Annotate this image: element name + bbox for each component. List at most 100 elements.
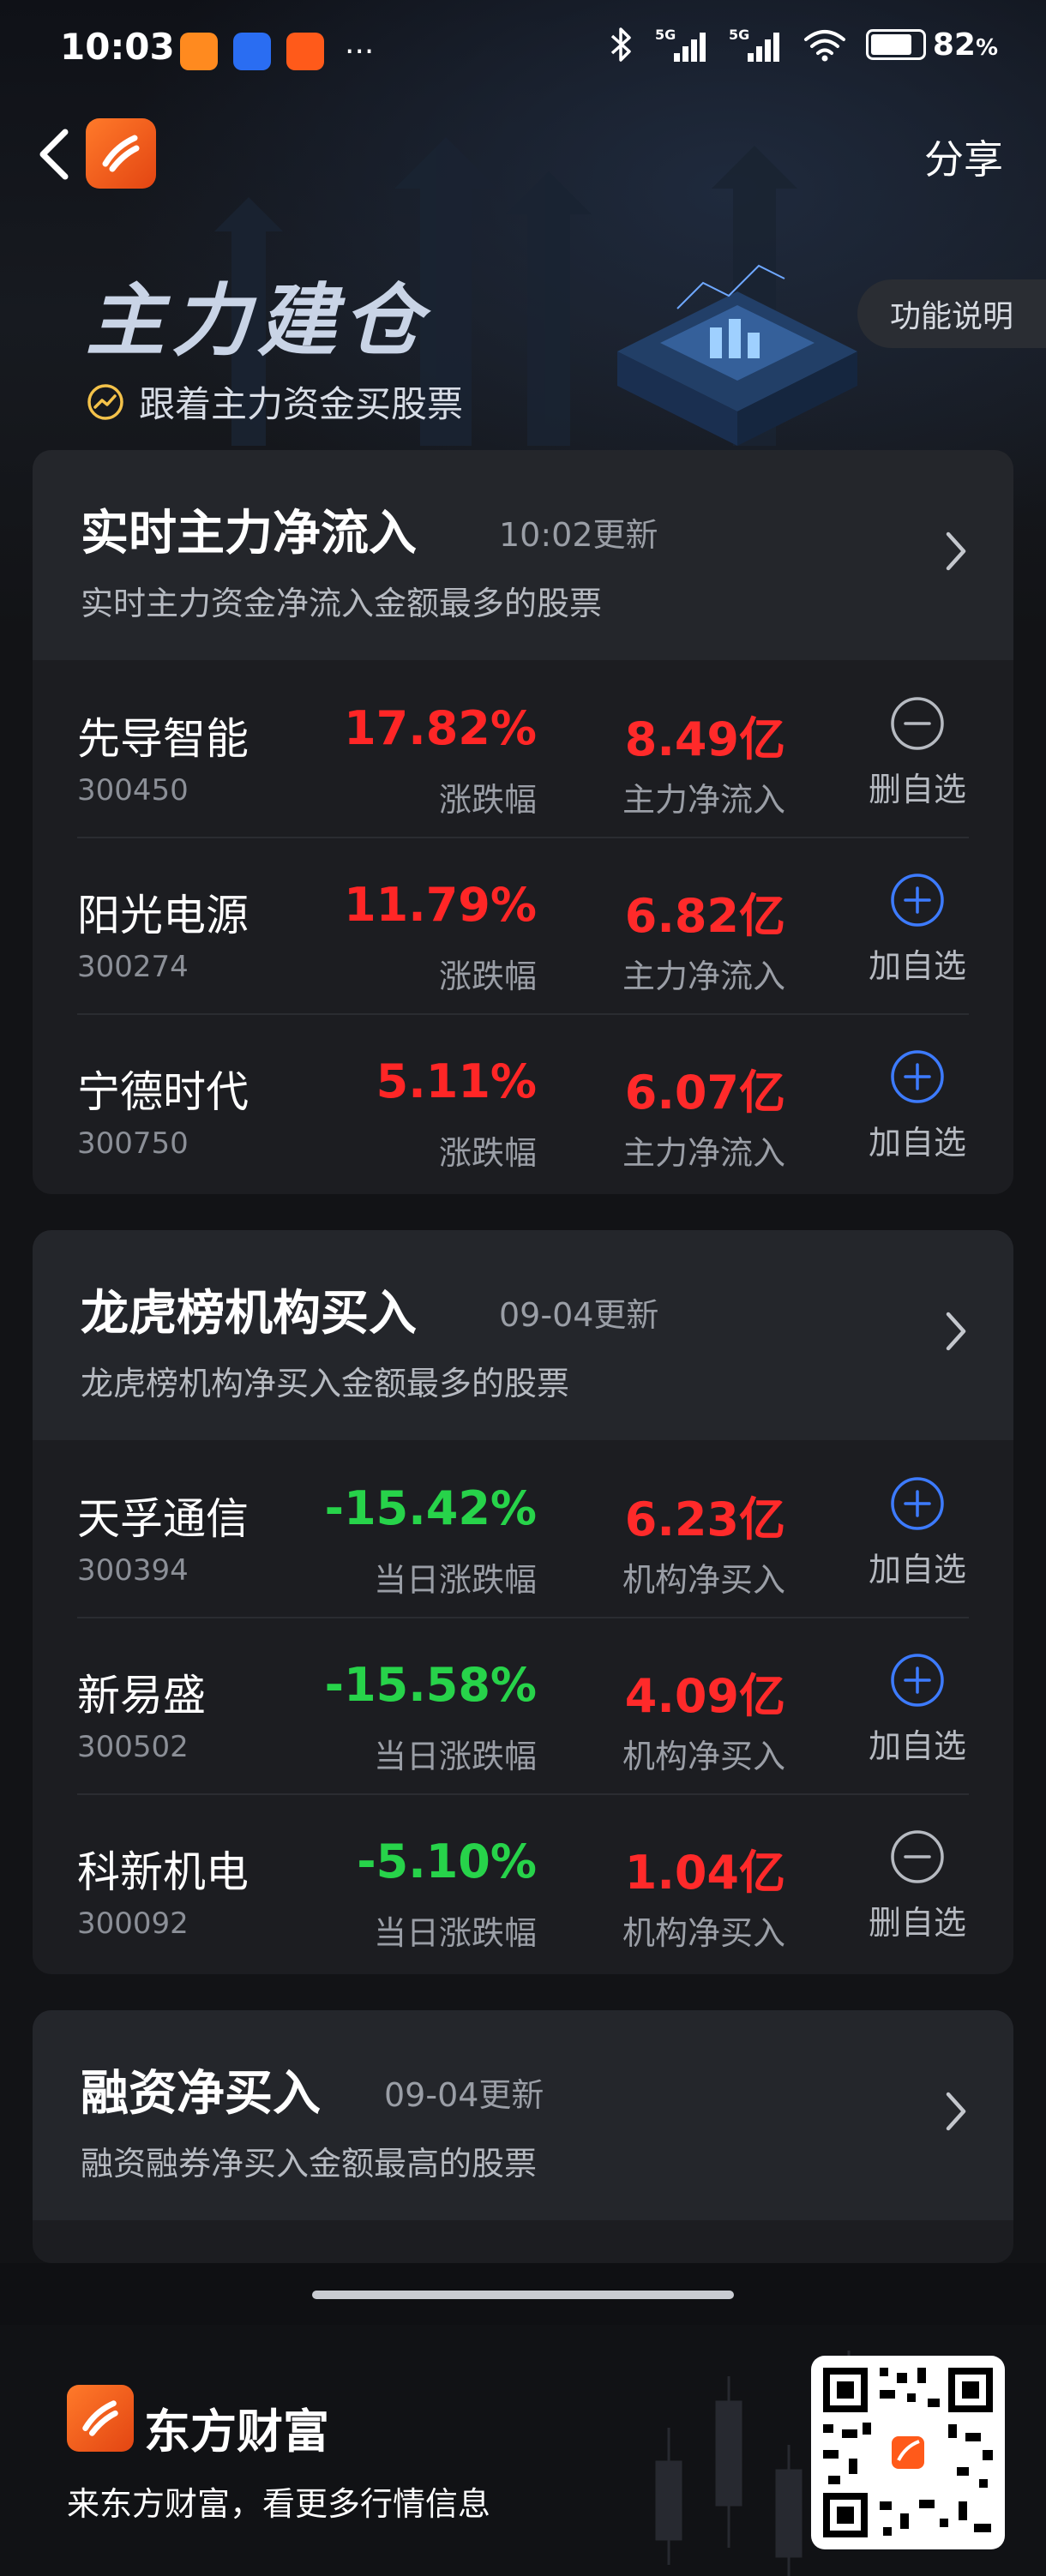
stock-row[interactable]: 科新机电 300092 -5.10% 当日涨跌幅 1.04亿 机构净买入 删自选 (33, 1793, 1013, 1970)
stock-row[interactable]: 新易盛 300502 -15.58% 当日涨跌幅 4.09亿 机构净买入 加自选 (33, 1617, 1013, 1793)
card-header[interactable]: 融资净买入 09-04更新 融资融券净买入金额最高的股票 (33, 2010, 1013, 2220)
net-inflow-amount: 6.07亿 (624, 1066, 785, 1120)
card-title: 龙虎榜机构买入 (81, 1286, 417, 1342)
network-type-label: 5G (655, 27, 676, 43)
card-description: 龙虎榜机构净买入金额最多的股票 (81, 1365, 570, 1402)
app-notification-icon (180, 33, 218, 70)
change-percent-label: 涨跌幅 (438, 958, 537, 995)
change-percent-label: 当日涨跌幅 (373, 1914, 537, 1952)
change-percent-label: 当日涨跌幅 (373, 1738, 537, 1775)
remove-watchlist-button[interactable]: 删自选 (864, 1828, 971, 1943)
stock-row[interactable]: 先导智能 300450 17.82% 涨跌幅 8.49亿 主力净流入 删自选 (33, 660, 1013, 837)
more-notifications-icon: ··· (345, 33, 375, 69)
eastmoney-logo-icon (82, 2400, 118, 2436)
stock-row[interactable]: 阳光电源 300274 11.79% 涨跌幅 6.82亿 主力净流入 加自选 (33, 837, 1013, 1013)
net-buy-amount: 4.09亿 (624, 1669, 785, 1723)
stock-code: 300450 (77, 773, 189, 808)
minus-circle-icon (891, 1830, 944, 1883)
stock-code: 300394 (77, 1553, 189, 1588)
network-type-label: 5G (729, 27, 749, 43)
net-inflow-label: 主力净流入 (622, 1134, 785, 1172)
card-header[interactable]: 龙虎榜机构买入 09-04更新 龙虎榜机构净买入金额最多的股票 (33, 1230, 1013, 1440)
status-time: 10:03 (60, 26, 175, 68)
net-buy-amount: 1.04亿 (624, 1846, 785, 1900)
stock-row[interactable]: 天孚通信 300394 -15.42% 当日涨跌幅 6.23亿 机构净买入 加自… (33, 1440, 1013, 1617)
signal-5g-icon: 5G (729, 27, 779, 62)
battery-level: 82 (932, 27, 976, 63)
card-update-time: 09-04更新 (499, 1296, 659, 1334)
bluetooth-icon (610, 27, 631, 62)
qr-code (811, 2356, 1005, 2549)
app-notification-icon (286, 33, 324, 70)
stock-code: 300750 (77, 1126, 189, 1161)
plus-circle-icon (891, 1050, 944, 1103)
change-percent-label: 涨跌幅 (438, 781, 537, 819)
footer-slogan: 来东方财富，看更多行情信息 (67, 2485, 491, 2523)
back-arrow-icon[interactable] (34, 120, 72, 189)
page-subtitle: 跟着主力资金买股票 (86, 375, 463, 428)
net-buy-label: 机构净买入 (622, 1914, 785, 1952)
plus-circle-icon (891, 874, 944, 927)
change-percent: 11.79% (344, 878, 537, 932)
app-notification-icon (233, 33, 271, 70)
change-percent: 5.11% (376, 1054, 537, 1108)
stock-row[interactable]: 宁德时代 300750 5.11% 涨跌幅 6.07亿 主力净流入 加自选 (33, 1013, 1013, 1190)
plus-circle-icon (891, 1477, 944, 1530)
card-title: 融资净买入 (81, 2066, 321, 2122)
net-buy-label: 机构净买入 (622, 1561, 785, 1599)
add-watchlist-button[interactable]: 加自选 (864, 1474, 971, 1590)
stock-name: 先导智能 (77, 714, 249, 764)
data-cube-illustration (617, 264, 857, 446)
card-description: 实时主力资金净流入金额最多的股票 (81, 585, 603, 622)
chevron-right-icon[interactable] (943, 527, 969, 575)
margin-net-buy-card: 融资净买入 09-04更新 融资融券净买入金额最高的股票 (33, 2010, 1013, 2263)
net-inflow-amount: 6.82亿 (624, 889, 785, 943)
trend-up-icon (87, 383, 123, 420)
status-indicators: 5G 5G 82% (607, 26, 998, 63)
change-percent: -15.42% (324, 1481, 537, 1535)
add-watchlist-button[interactable]: 加自选 (864, 1048, 971, 1163)
chevron-right-icon[interactable] (943, 1307, 969, 1355)
stock-code: 300502 (77, 1730, 189, 1764)
card-header[interactable]: 实时主力净流入 10:02更新 实时主力资金净流入金额最多的股票 (33, 450, 1013, 660)
net-inflow-label: 主力净流入 (622, 781, 785, 819)
net-inflow-label: 主力净流入 (622, 958, 785, 995)
realtime-inflow-card: 实时主力净流入 10:02更新 实时主力资金净流入金额最多的股票 先导智能 30… (33, 450, 1013, 1194)
add-watchlist-button[interactable]: 加自选 (864, 871, 971, 987)
footer-brand: 东方财富 (144, 2405, 329, 2459)
share-button[interactable]: 分享 (924, 129, 1003, 185)
signal-5g-icon: 5G (655, 27, 706, 62)
add-watchlist-button[interactable]: 加自选 (864, 1651, 971, 1767)
battery-unit: % (975, 34, 998, 61)
card-title: 实时主力净流入 (81, 506, 417, 561)
stock-name: 宁德时代 (77, 1067, 249, 1117)
change-percent: -5.10% (357, 1834, 537, 1888)
home-indicator[interactable] (312, 2291, 734, 2299)
remove-watchlist-button[interactable]: 删自选 (864, 694, 971, 810)
net-inflow-amount: 8.49亿 (624, 712, 785, 766)
stock-name: 天孚通信 (77, 1494, 249, 1544)
card-description: 融资融券净买入金额最高的股票 (81, 2145, 538, 2183)
change-percent: -15.58% (324, 1658, 537, 1712)
watchlist-action-label: 删自选 (868, 1904, 966, 1942)
watchlist-action-label: 加自选 (868, 947, 966, 985)
change-percent-label: 涨跌幅 (438, 1134, 537, 1172)
wifi-icon (803, 30, 845, 62)
watchlist-action-label: 删自选 (868, 771, 966, 808)
app-logo[interactable] (86, 118, 156, 189)
minus-circle-icon (891, 697, 944, 750)
status-app-icons: ··· (180, 33, 374, 70)
function-description-button[interactable]: 功能说明 (857, 279, 1046, 348)
eastmoney-logo-icon (102, 135, 140, 172)
net-buy-label: 机构净买入 (622, 1738, 785, 1775)
stock-name: 新易盛 (77, 1671, 206, 1720)
promo-footer: 东方财富 来东方财富，看更多行情信息 (0, 2325, 1046, 2576)
watchlist-action-label: 加自选 (868, 1124, 966, 1162)
page-title: 主力建仓 (86, 275, 430, 367)
watchlist-action-label: 加自选 (868, 1551, 966, 1588)
card-update-time: 09-04更新 (384, 2076, 544, 2114)
qr-code-icon (823, 2368, 993, 2537)
chevron-right-icon[interactable] (943, 2087, 969, 2135)
net-buy-amount: 6.23亿 (624, 1492, 785, 1546)
stock-name: 阳光电源 (77, 891, 249, 940)
